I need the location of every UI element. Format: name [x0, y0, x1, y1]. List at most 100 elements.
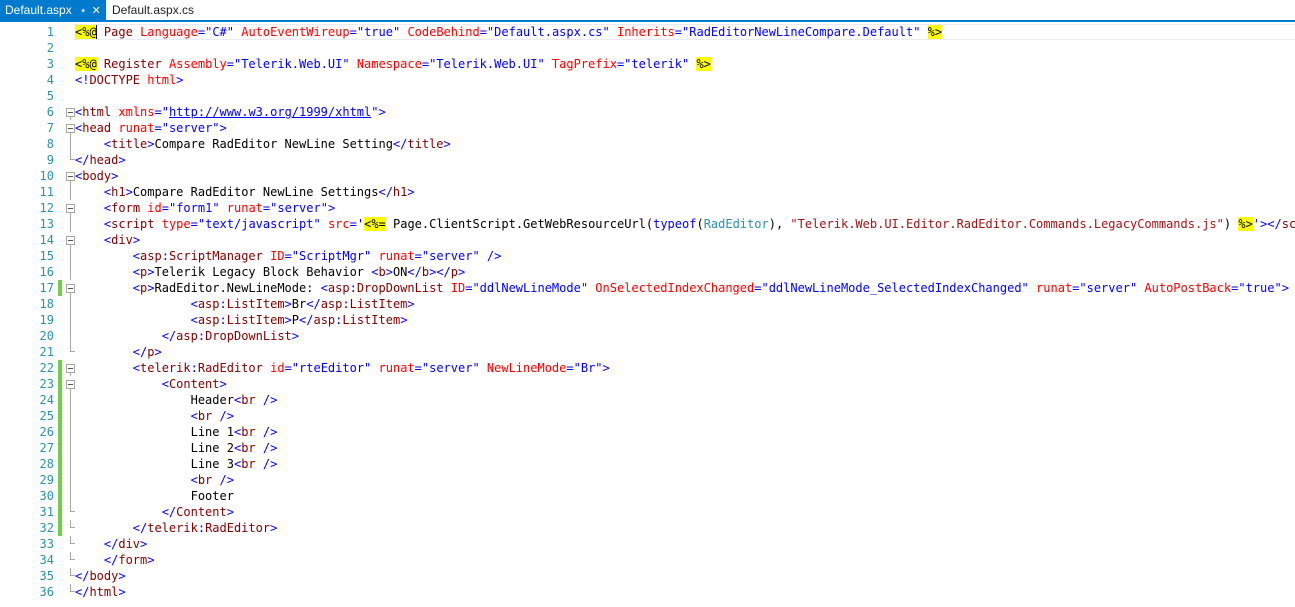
code-line[interactable]: 35 </body>: [0, 568, 1295, 584]
code-line[interactable]: 20 </asp:DropDownList>: [0, 328, 1295, 344]
tab-default-aspx-cs[interactable]: Default.aspx.cs: [107, 0, 200, 20]
code-text[interactable]: Header<br />: [75, 392, 278, 408]
code-line[interactable]: 4 <!DOCTYPE html>: [0, 72, 1295, 88]
minus-box-icon[interactable]: [66, 236, 75, 245]
code-line[interactable]: 19 <asp:ListItem>P</asp:ListItem>: [0, 312, 1295, 328]
collapse-toggle-icon[interactable]: [66, 232, 75, 248]
code-line[interactable]: 17 <p>RadEditor.NewLineMode: <asp:DropDo…: [0, 280, 1295, 296]
code-editor[interactable]: 1 <%@ Page Language="C#" AutoEventWireup=…: [0, 22, 1295, 607]
code-text[interactable]: Line 2<br />: [75, 440, 278, 456]
code-text[interactable]: <h1>Compare RadEditor NewLine Settings</…: [75, 184, 415, 200]
code-text[interactable]: <asp:ListItem>Br</asp:ListItem>: [75, 296, 415, 312]
code-line[interactable]: 34 </form>: [0, 552, 1295, 568]
code-token: </: [407, 265, 422, 279]
code-text[interactable]: <asp:ListItem>P</asp:ListItem>: [75, 312, 408, 328]
code-text[interactable]: <div>: [75, 232, 140, 248]
code-line[interactable]: 5: [0, 88, 1295, 104]
close-icon[interactable]: ✕: [92, 5, 101, 17]
code-line[interactable]: 15 <asp:ScriptManager ID="ScriptMgr" run…: [0, 248, 1295, 264]
minus-box-icon[interactable]: [66, 380, 75, 389]
minus-box-icon[interactable]: [66, 108, 75, 117]
code-text[interactable]: </html>: [75, 584, 126, 600]
code-text[interactable]: Line 3<br />: [75, 456, 278, 472]
code-line[interactable]: 23 <Content>: [0, 376, 1295, 392]
outline-guide: [66, 328, 75, 344]
line-number: 7: [46, 121, 54, 135]
code-token: <%=: [364, 217, 386, 231]
code-text[interactable]: <!DOCTYPE html>: [75, 72, 183, 88]
code-line[interactable]: 26 Line 1<br />: [0, 424, 1295, 440]
minus-box-icon[interactable]: [66, 364, 75, 373]
code-line[interactable]: 6 <html xmlns="http://www.w3.org/1999/xht…: [0, 104, 1295, 120]
code-text[interactable]: Footer: [75, 488, 234, 504]
code-line[interactable]: 24 Header<br />: [0, 392, 1295, 408]
code-token: >: [327, 201, 336, 215]
tab-default-aspx[interactable]: Default.aspx ⋆ ✕: [0, 0, 106, 20]
code-line[interactable]: 33 </div>: [0, 536, 1295, 552]
collapse-toggle-icon[interactable]: [66, 376, 75, 392]
code-line[interactable]: 9 </head>: [0, 152, 1295, 168]
code-line[interactable]: 1 <%@ Page Language="C#" AutoEventWireup=…: [0, 24, 1295, 40]
collapse-toggle-icon[interactable]: [66, 120, 75, 136]
code-text[interactable]: <Content>: [75, 376, 227, 392]
code-text[interactable]: <p>RadEditor.NewLineMode: <asp:DropDownL…: [75, 280, 1289, 296]
code-text[interactable]: <asp:ScriptManager ID="ScriptMgr" runat=…: [75, 248, 502, 264]
code-text[interactable]: <%@ Register Assembly="Telerik.Web.UI" N…: [75, 56, 711, 72]
code-line[interactable]: 16 <p>Telerik Legacy Block Behavior <b>O…: [0, 264, 1295, 280]
code-text[interactable]: <html xmlns="http://www.w3.org/1999/xhtm…: [75, 104, 386, 120]
code-text[interactable]: <form id="form1" runat="server">: [75, 200, 335, 216]
code-line[interactable]: 12 <form id="form1" runat="server">: [0, 200, 1295, 216]
code-text[interactable]: </asp:DropDownList>: [75, 328, 299, 344]
collapse-toggle-icon[interactable]: [66, 168, 75, 184]
collapse-toggle-icon[interactable]: [66, 104, 75, 120]
code-text[interactable]: <telerik:RadEditor id="rteEditor" runat=…: [75, 360, 610, 376]
code-text[interactable]: </div>: [75, 536, 147, 552]
code-line[interactable]: 27 Line 2<br />: [0, 440, 1295, 456]
collapse-toggle-icon[interactable]: [66, 360, 75, 376]
minus-box-icon[interactable]: [66, 172, 75, 181]
code-text[interactable]: <title>Compare RadEditor NewLine Setting…: [75, 136, 451, 152]
code-line[interactable]: 21 </p>: [0, 344, 1295, 360]
code-text[interactable]: Line 1<br />: [75, 424, 278, 440]
code-line[interactable]: 31 </Content>: [0, 504, 1295, 520]
code-line[interactable]: 36 </html>: [0, 584, 1295, 600]
code-text[interactable]: <%@ Page Language="C#" AutoEventWireup="…: [75, 24, 943, 40]
code-line[interactable]: 30 Footer: [0, 488, 1295, 504]
code-text[interactable]: </telerik:RadEditor>: [75, 520, 278, 536]
code-line[interactable]: 25 <br />: [0, 408, 1295, 424]
code-line[interactable]: 22 <telerik:RadEditor id="rteEditor" run…: [0, 360, 1295, 376]
code-line[interactable]: 8 <title>Compare RadEditor NewLine Setti…: [0, 136, 1295, 152]
code-line[interactable]: 32 </telerik:RadEditor>: [0, 520, 1295, 536]
code-line[interactable]: 28 Line 3<br />: [0, 456, 1295, 472]
code-text[interactable]: <p>Telerik Legacy Block Behavior <b>ON</…: [75, 264, 465, 280]
collapse-toggle-icon[interactable]: [66, 200, 75, 216]
code-line[interactable]: 7 <head runat="server">: [0, 120, 1295, 136]
code-line[interactable]: 29 <br />: [0, 472, 1295, 488]
code-text[interactable]: <head runat="server">: [75, 120, 227, 136]
code-line[interactable]: 10 <body>: [0, 168, 1295, 184]
code-line[interactable]: 18 <asp:ListItem>Br</asp:ListItem>: [0, 296, 1295, 312]
code-text[interactable]: <script type="text/javascript" src='<%= …: [75, 216, 1295, 232]
code-text[interactable]: </Content>: [75, 504, 234, 520]
code-line[interactable]: 3 <%@ Register Assembly="Telerik.Web.UI" …: [0, 56, 1295, 72]
line-number: 18: [39, 297, 54, 311]
collapse-toggle-icon[interactable]: [66, 280, 75, 296]
code-token: :: [219, 297, 227, 311]
code-text[interactable]: <br />: [75, 472, 234, 488]
code-text[interactable]: </p>: [75, 344, 162, 360]
code-line[interactable]: 11 <h1>Compare RadEditor NewLine Setting…: [0, 184, 1295, 200]
code-text[interactable]: <body>: [75, 168, 118, 184]
minus-box-icon[interactable]: [66, 284, 75, 293]
code-text[interactable]: <br />: [75, 408, 234, 424]
minus-box-icon[interactable]: [66, 124, 75, 133]
code-line[interactable]: 13 <script type="text/javascript" src='<…: [0, 216, 1295, 232]
code-token: Inherits: [616, 25, 675, 39]
code-text[interactable]: </body>: [75, 568, 126, 584]
code-text[interactable]: </form>: [75, 552, 155, 568]
code-text[interactable]: </head>: [75, 152, 126, 168]
pin-icon[interactable]: ⋆: [80, 5, 87, 17]
code-token: "server": [270, 201, 328, 215]
minus-box-icon[interactable]: [66, 204, 75, 213]
code-line[interactable]: 14 <div>: [0, 232, 1295, 248]
code-line[interactable]: 2: [0, 40, 1295, 56]
